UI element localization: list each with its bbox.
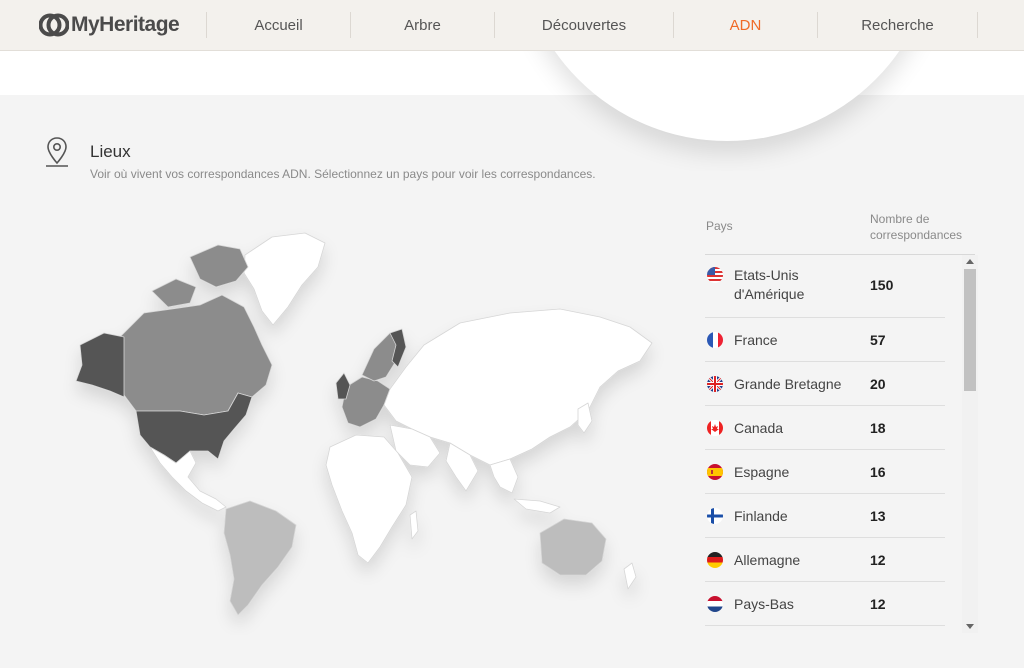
country-name: France bbox=[734, 332, 778, 348]
location-pin-icon bbox=[46, 137, 68, 167]
country-row[interactable]: Allemagne 12 bbox=[705, 538, 945, 582]
section-title: Lieux bbox=[90, 142, 131, 161]
match-count: 20 bbox=[870, 376, 886, 392]
country-row[interactable]: Pays-Bas 12 bbox=[705, 582, 945, 626]
map-region-south-america[interactable] bbox=[223, 500, 297, 616]
scroll-down-arrow-icon[interactable] bbox=[966, 624, 974, 629]
nav-divider bbox=[977, 12, 978, 38]
table-scrollbar[interactable] bbox=[962, 255, 978, 633]
world-map[interactable] bbox=[40, 215, 680, 635]
white-band bbox=[0, 51, 1024, 95]
country-row[interactable]: Espagne 16 bbox=[705, 450, 945, 494]
match-count: 16 bbox=[870, 464, 886, 480]
map-region-indonesia[interactable] bbox=[513, 498, 561, 514]
map-region-southeast-asia[interactable] bbox=[489, 458, 519, 494]
country-row[interactable]: Finlande 13 bbox=[705, 494, 945, 538]
gb-flag-icon bbox=[707, 376, 723, 392]
nav-item-adn[interactable]: ADN bbox=[674, 0, 817, 51]
match-count: 57 bbox=[870, 332, 886, 348]
nav-item-recherche[interactable]: Recherche bbox=[818, 0, 977, 51]
ca-flag-icon bbox=[707, 420, 723, 436]
map-region-greenland[interactable] bbox=[243, 232, 326, 326]
scrollbar-thumb[interactable] bbox=[964, 269, 976, 391]
country-name: Espagne bbox=[734, 464, 790, 480]
fi-flag-icon bbox=[707, 508, 723, 524]
es-flag-icon bbox=[707, 464, 723, 480]
country-name: Finlande bbox=[734, 508, 788, 524]
match-count: 13 bbox=[870, 508, 886, 524]
country-row[interactable]: France 57 bbox=[705, 318, 945, 362]
column-header-country: Pays bbox=[706, 219, 733, 233]
match-count: 12 bbox=[870, 552, 886, 568]
map-region-alaska[interactable] bbox=[75, 332, 125, 398]
map-region-canada-islands[interactable] bbox=[189, 244, 249, 288]
nav-item-decouvertes[interactable]: Découvertes bbox=[495, 0, 673, 51]
match-count: 12 bbox=[870, 596, 886, 612]
map-region-new-zealand[interactable] bbox=[623, 562, 637, 590]
map-region-canada-islands[interactable] bbox=[151, 278, 197, 308]
logo-mark-icon bbox=[39, 13, 69, 37]
column-header-count: Nombre de correspondances bbox=[870, 212, 963, 242]
nl-flag-icon bbox=[707, 596, 723, 612]
nav-item-arbre[interactable]: Arbre bbox=[351, 0, 494, 51]
country-name: Pays-Bas bbox=[734, 596, 794, 612]
fr-flag-icon bbox=[707, 332, 723, 348]
top-navigation: MyHeritage Accueil Arbre Découvertes ADN… bbox=[0, 0, 1024, 51]
country-name: Canada bbox=[734, 420, 784, 436]
country-row[interactable]: Etats-Unis d'Amérique 150 bbox=[705, 255, 945, 318]
brand-name: MyHeritage bbox=[71, 13, 180, 36]
country-row[interactable]: Canada 18 bbox=[705, 406, 945, 450]
country-table: Etats-Unis d'Amérique 150 France 57 Gran… bbox=[705, 255, 945, 626]
scroll-up-arrow-icon[interactable] bbox=[966, 259, 974, 264]
myheritage-logo[interactable]: MyHeritage bbox=[39, 11, 180, 39]
country-name: Grande Bretagne bbox=[734, 376, 842, 392]
map-region-madagascar[interactable] bbox=[409, 510, 419, 540]
match-count: 18 bbox=[870, 420, 886, 436]
section-subtitle: Voir où vivent vos correspondances ADN. … bbox=[90, 167, 596, 181]
map-region-africa[interactable] bbox=[325, 434, 413, 564]
de-flag-icon bbox=[707, 552, 723, 568]
country-row[interactable]: Grande Bretagne 20 bbox=[705, 362, 945, 406]
match-count: 150 bbox=[870, 277, 894, 293]
nav-item-accueil[interactable]: Accueil bbox=[207, 0, 350, 51]
map-region-australia[interactable] bbox=[539, 518, 607, 576]
country-name: Allemagne bbox=[734, 552, 801, 568]
country-name: Etats-Unis d'Amérique bbox=[734, 267, 805, 302]
us-flag-icon bbox=[707, 267, 723, 283]
